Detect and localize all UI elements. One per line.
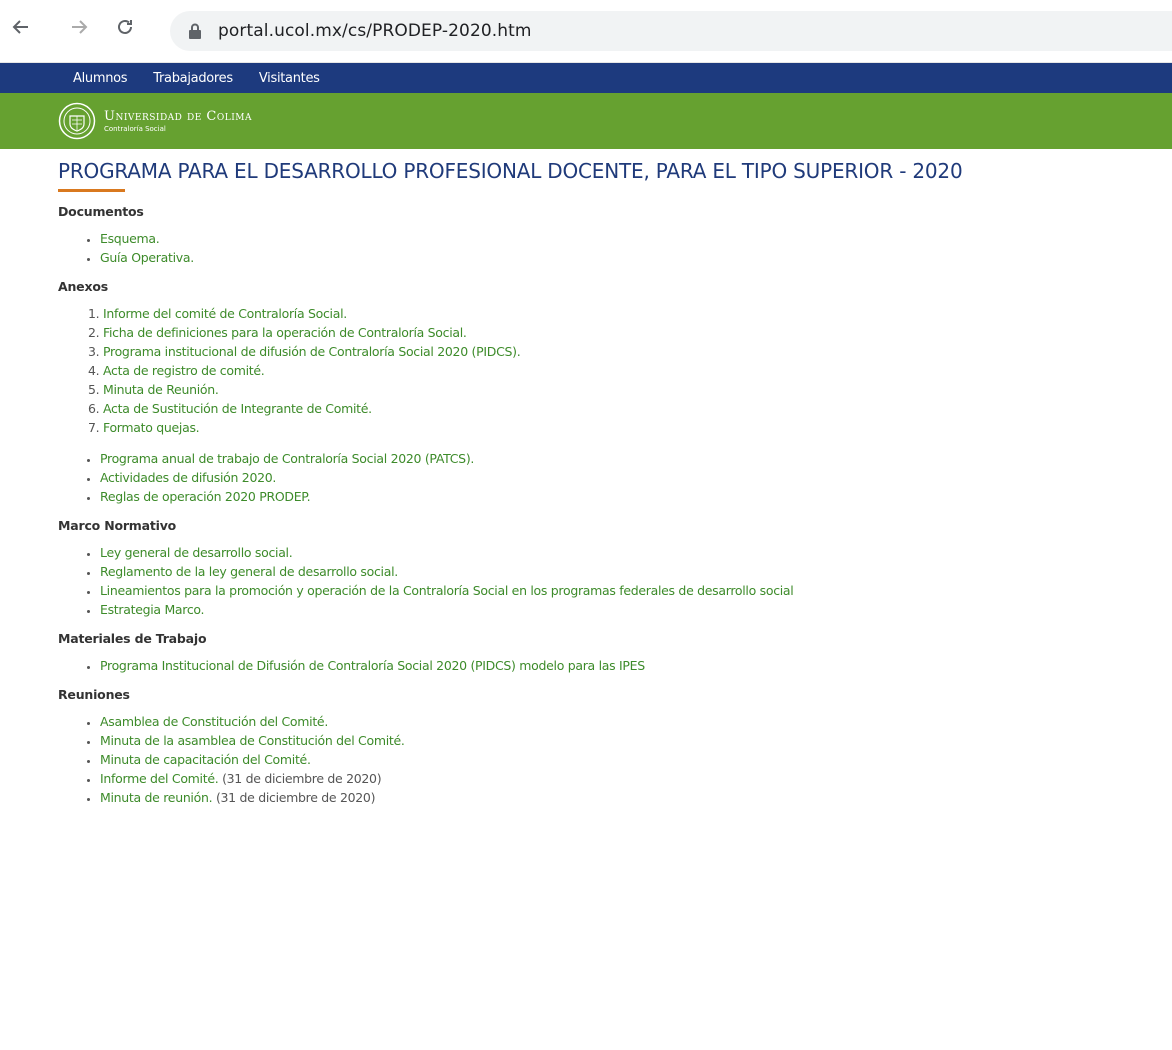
list-item: Acta de registro de comité. xyxy=(103,361,1172,380)
back-arrow-icon[interactable] xyxy=(6,12,36,42)
anexos-numbered-list: Informe del comité de Contraloría Social… xyxy=(58,304,1172,437)
link-anexo-6[interactable]: Acta de Sustitución de Integrante de Com… xyxy=(103,401,372,416)
forward-arrow-icon[interactable] xyxy=(64,12,94,42)
nav-visitantes[interactable]: Visitantes xyxy=(259,71,320,86)
materiales-list: Programa Institucional de Difusión de Co… xyxy=(58,656,1172,675)
marco-list: Ley general de desarrollo social. Reglam… xyxy=(58,543,1172,619)
site-top-nav: Alumnos Trabajadores Visitantes xyxy=(0,63,1172,93)
link-estrategia-marco[interactable]: Estrategia Marco. xyxy=(100,602,205,617)
url-text: portal.ucol.mx/cs/PRODEP-2020.htm xyxy=(218,21,532,41)
nav-trabajadores[interactable]: Trabajadores xyxy=(153,71,233,86)
link-lineamientos[interactable]: Lineamientos para la promoción y operaci… xyxy=(100,583,794,598)
link-anexo-5[interactable]: Minuta de Reunión. xyxy=(103,382,219,397)
list-item: Informe del Comité. (31 de diciembre de … xyxy=(100,769,1172,788)
documentos-list: Esquema. Guía Operativa. xyxy=(58,229,1172,267)
list-item: Asamblea de Constitución del Comité. xyxy=(100,712,1172,731)
address-bar[interactable]: portal.ucol.mx/cs/PRODEP-2020.htm xyxy=(170,11,1172,51)
list-item: Estrategia Marco. xyxy=(100,600,1172,619)
list-item: Programa institucional de difusión de Co… xyxy=(103,342,1172,361)
link-minuta-asamblea[interactable]: Minuta de la asamblea de Constitución de… xyxy=(100,733,405,748)
list-item-note: (31 de diciembre de 2020) xyxy=(212,790,376,805)
list-item: Actividades de difusión 2020. xyxy=(100,468,1172,487)
link-actividades-difusion[interactable]: Actividades de difusión 2020. xyxy=(100,470,276,485)
reuniones-list: Asamblea de Constitución del Comité. Min… xyxy=(58,712,1172,807)
link-reglamento[interactable]: Reglamento de la ley general de desarrol… xyxy=(100,564,398,579)
list-item: Informe del comité de Contraloría Social… xyxy=(103,304,1172,323)
list-item: Programa anual de trabajo de Contraloría… xyxy=(100,449,1172,468)
anexos-bulleted-list: Programa anual de trabajo de Contraloría… xyxy=(58,449,1172,506)
link-anexo-7[interactable]: Formato quejas. xyxy=(103,420,200,435)
list-item: Minuta de reunión. (31 de diciembre de 2… xyxy=(100,788,1172,807)
section-reuniones-heading: Reuniones xyxy=(58,687,130,702)
page-title: PROGRAMA PARA EL DESARROLLO PROFESIONAL … xyxy=(58,159,963,183)
list-item: Lineamientos para la promoción y operaci… xyxy=(100,581,1172,600)
section-materiales-heading: Materiales de Trabajo xyxy=(58,631,207,646)
list-item: Reglas de operación 2020 PRODEP. xyxy=(100,487,1172,506)
link-anexo-1[interactable]: Informe del comité de Contraloría Social… xyxy=(103,306,347,321)
list-item: Programa Institucional de Difusión de Co… xyxy=(100,656,1172,675)
link-anexo-4[interactable]: Acta de registro de comité. xyxy=(103,363,265,378)
link-pidcs-modelo[interactable]: Programa Institucional de Difusión de Co… xyxy=(100,658,645,673)
section-marco-heading: Marco Normativo xyxy=(58,518,177,533)
link-guia-operativa[interactable]: Guía Operativa. xyxy=(100,250,194,265)
list-item: Acta de Sustitución de Integrante de Com… xyxy=(103,399,1172,418)
list-item: Minuta de Reunión. xyxy=(103,380,1172,399)
title-underline xyxy=(58,189,125,192)
list-item: Formato quejas. xyxy=(103,418,1172,437)
site-header: Universidad de Colima Contraloría Social xyxy=(0,93,1172,149)
list-item: Reglamento de la ley general de desarrol… xyxy=(100,562,1172,581)
list-item: Minuta de la asamblea de Constitución de… xyxy=(100,731,1172,750)
link-anexo-2[interactable]: Ficha de definiciones para la operación … xyxy=(103,325,467,340)
link-asamblea[interactable]: Asamblea de Constitución del Comité. xyxy=(100,714,328,729)
brand-subtitle: Contraloría Social xyxy=(104,124,166,133)
university-seal-icon[interactable] xyxy=(58,102,96,140)
link-anexo-3[interactable]: Programa institucional de difusión de Co… xyxy=(103,344,521,359)
list-item: Guía Operativa. xyxy=(100,248,1172,267)
link-ley-general[interactable]: Ley general de desarrollo social. xyxy=(100,545,293,560)
list-item-note: (31 de diciembre de 2020) xyxy=(218,771,382,786)
link-esquema[interactable]: Esquema. xyxy=(100,231,160,246)
brand-title: Universidad de Colima xyxy=(104,108,253,124)
list-item: Ley general de desarrollo social. xyxy=(100,543,1172,562)
list-item: Esquema. xyxy=(100,229,1172,248)
reload-icon[interactable] xyxy=(110,12,140,42)
brand[interactable]: Universidad de Colima Contraloría Social xyxy=(104,110,252,133)
main-content: PROGRAMA PARA EL DESARROLLO PROFESIONAL … xyxy=(0,149,1172,807)
lock-icon xyxy=(188,22,204,40)
section-anexos-heading: Anexos xyxy=(58,279,108,294)
link-patcs[interactable]: Programa anual de trabajo de Contraloría… xyxy=(100,451,474,466)
link-informe-comite[interactable]: Informe del Comité. xyxy=(100,771,219,786)
browser-toolbar: portal.ucol.mx/cs/PRODEP-2020.htm xyxy=(0,0,1172,63)
link-minuta-reunion[interactable]: Minuta de reunión. xyxy=(100,790,213,805)
link-minuta-capacitacion[interactable]: Minuta de capacitación del Comité. xyxy=(100,752,311,767)
nav-alumnos[interactable]: Alumnos xyxy=(73,71,128,86)
section-documentos-heading: Documentos xyxy=(58,204,144,219)
link-reglas-operacion[interactable]: Reglas de operación 2020 PRODEP. xyxy=(100,489,311,504)
list-item: Minuta de capacitación del Comité. xyxy=(100,750,1172,769)
list-item: Ficha de definiciones para la operación … xyxy=(103,323,1172,342)
